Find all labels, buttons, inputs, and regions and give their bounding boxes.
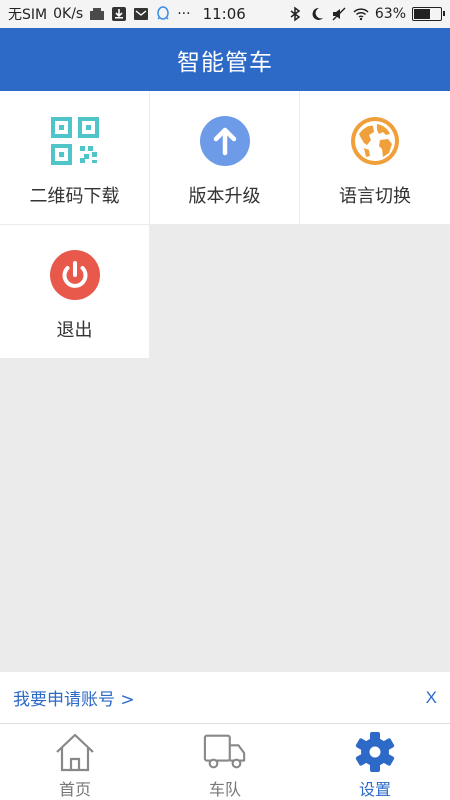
mail-notification-icon <box>134 8 149 20</box>
power-icon <box>49 249 101 301</box>
apply-account-link[interactable]: 我要申请账号 > <box>13 685 135 710</box>
network-speed: 0K/s <box>53 6 84 22</box>
nav-label: 首页 <box>58 780 91 799</box>
battery-icon <box>412 7 445 21</box>
carrier-text: 无SIM <box>8 7 48 23</box>
status-time: 11:06 <box>202 5 246 23</box>
qq-notification-icon <box>157 6 169 20</box>
nav-item-home[interactable]: 首页 <box>0 724 150 800</box>
app-header: 智能管车 <box>0 28 450 91</box>
menu-item-qr-download[interactable]: 二维码下载 <box>0 91 149 224</box>
nav-label: 车队 <box>208 780 241 799</box>
moon-icon <box>312 7 323 20</box>
menu-item-label: 语言切换 <box>339 186 411 207</box>
apply-account-banner: 我要申请账号 > X <box>0 672 450 724</box>
menu-item-label: 退出 <box>56 320 93 341</box>
mute-icon <box>332 7 346 21</box>
page-title: 智能管车 <box>177 49 273 76</box>
menu-item-version-upgrade[interactable]: 版本升级 <box>150 91 299 224</box>
bluetooth-icon <box>290 6 301 22</box>
close-banner-button[interactable]: X <box>426 688 437 708</box>
truck-icon <box>203 730 247 774</box>
battery-percent: 63% <box>374 6 406 22</box>
status-bar: 无SIM 0K/s ··· 11:06 63% <box>0 0 450 28</box>
menu-item-label: 二维码下载 <box>29 186 120 207</box>
home-icon <box>53 730 97 774</box>
menu-item-label: 版本升级 <box>188 186 261 207</box>
settings-grid: 二维码下载 版本升级 语言切换 退出 <box>0 91 450 359</box>
wifi-icon <box>353 8 369 21</box>
bottom-nav: 首页 车队 设置 <box>0 724 450 800</box>
download-notification-icon <box>112 7 127 21</box>
arrow-up-icon <box>199 115 251 167</box>
globe-icon <box>349 115 401 167</box>
more-notifications: ··· <box>177 6 191 22</box>
gear-icon <box>353 730 397 774</box>
nav-item-settings[interactable]: 设置 <box>300 724 450 800</box>
app-notification-icon <box>90 8 105 20</box>
menu-item-logout[interactable]: 退出 <box>0 225 149 358</box>
nav-label: 设置 <box>358 780 391 799</box>
qr-code-icon <box>49 115 101 167</box>
nav-item-fleet[interactable]: 车队 <box>150 724 300 800</box>
menu-item-language-switch[interactable]: 语言切换 <box>300 91 450 224</box>
